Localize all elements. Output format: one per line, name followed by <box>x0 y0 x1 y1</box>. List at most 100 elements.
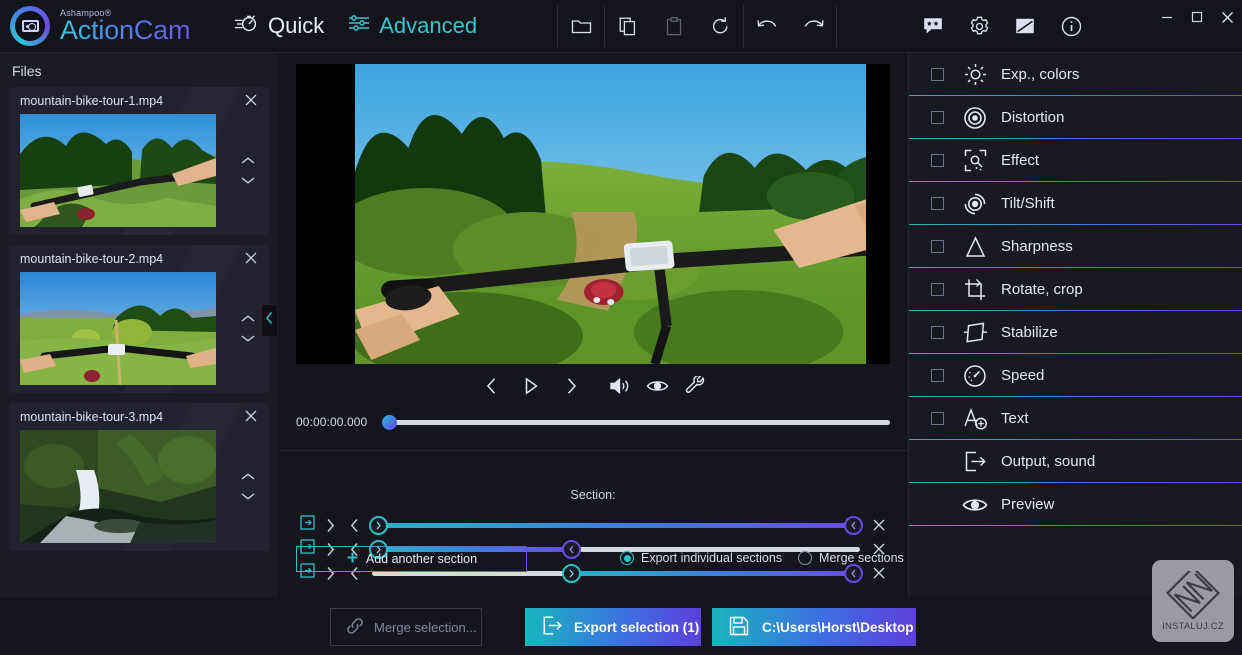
reset-button[interactable] <box>697 5 743 47</box>
close-button[interactable] <box>1212 0 1242 34</box>
section-start-handle[interactable] <box>562 564 581 583</box>
effect-row-speed[interactable]: Speed <box>909 354 1242 397</box>
merge-selection-button[interactable]: Merge selection... <box>330 608 482 646</box>
file-thumbnail[interactable] <box>20 430 216 543</box>
logo-ring-icon <box>10 6 50 46</box>
tab-quick[interactable]: Quick <box>222 0 336 52</box>
remove-file-button[interactable] <box>243 92 259 108</box>
seek-slider[interactable] <box>388 420 890 425</box>
minimize-button[interactable] <box>1152 0 1182 34</box>
next-frame-button[interactable] <box>559 376 583 400</box>
collapse-files-panel-button[interactable] <box>262 305 277 336</box>
minimize-icon <box>1160 10 1174 24</box>
open-folder-button[interactable] <box>558 5 604 47</box>
effect-checkbox[interactable] <box>931 369 944 382</box>
eye-icon <box>646 378 669 399</box>
redo-icon <box>802 18 825 35</box>
output-path-button[interactable]: C:\Users\Horst\Desktop <box>712 608 916 646</box>
section-range-slider[interactable] <box>372 523 860 528</box>
effect-checkbox[interactable] <box>931 283 944 296</box>
move-up-button[interactable] <box>239 471 257 483</box>
section-next-button[interactable] <box>318 518 342 533</box>
undo-button[interactable] <box>744 5 790 47</box>
move-down-button[interactable] <box>239 490 257 502</box>
copy-button[interactable] <box>605 5 651 47</box>
effect-row-rotate-crop[interactable]: Rotate, crop <box>909 268 1242 311</box>
section-end-handle[interactable] <box>562 540 581 559</box>
preview-eye-button[interactable] <box>645 376 669 400</box>
effect-checkbox-placeholder <box>931 455 944 468</box>
list-item[interactable]: mountain-bike-tour-2.mp4 <box>9 245 269 393</box>
radio-merge-sections-label: Merge sections <box>819 551 904 565</box>
delete-section-button[interactable] <box>868 566 890 580</box>
effect-checkbox[interactable] <box>931 326 944 339</box>
effect-checkbox[interactable] <box>931 68 944 81</box>
effect-checkbox[interactable] <box>931 197 944 210</box>
section-heading: Section: <box>278 488 908 502</box>
radio-export-individual[interactable] <box>620 551 634 565</box>
output-path-label: C:\Users\Horst\Desktop <box>762 620 914 635</box>
effect-row-distortion[interactable]: Distortion <box>909 96 1242 139</box>
move-down-button[interactable] <box>239 174 257 186</box>
effect-row-stabilize[interactable]: Stabilize <box>909 311 1242 354</box>
distortion-icon <box>955 106 995 130</box>
tiltshift-icon <box>955 192 995 216</box>
remove-file-button[interactable] <box>243 250 259 266</box>
video-frame <box>355 64 866 364</box>
list-item[interactable]: mountain-bike-tour-3.mp4 <box>9 403 269 551</box>
file-thumbnail[interactable] <box>20 114 216 227</box>
video-preview[interactable] <box>296 64 890 364</box>
volume-button[interactable] <box>607 376 631 400</box>
effect-row-exp-colors[interactable]: Exp., colors <box>909 53 1242 96</box>
files-panel-title: Files <box>0 53 278 87</box>
watermark-label: INSTALUJ.CZ <box>1162 621 1224 632</box>
chevron-left-icon <box>485 377 498 400</box>
divider <box>278 450 908 451</box>
section-end-handle[interactable] <box>844 564 863 583</box>
redo-button[interactable] <box>790 5 836 47</box>
move-down-button[interactable] <box>239 332 257 344</box>
play-icon <box>523 377 539 400</box>
move-up-button[interactable] <box>239 313 257 325</box>
tools-button[interactable] <box>683 376 707 400</box>
radio-merge-sections[interactable] <box>798 551 812 565</box>
section-end-handle[interactable] <box>844 516 863 535</box>
feedback-button[interactable] <box>910 5 956 47</box>
effect-label: Tilt/Shift <box>1001 195 1055 212</box>
delete-section-button[interactable] <box>868 518 890 532</box>
feedback-icon <box>923 17 943 35</box>
file-reorder-arrows <box>239 155 263 186</box>
section-prev-button[interactable] <box>342 518 366 533</box>
maximize-button[interactable] <box>1182 0 1212 34</box>
effect-checkbox[interactable] <box>931 240 944 253</box>
effect-row-text[interactable]: Text <box>909 397 1242 440</box>
effect-row-effect[interactable]: Effect <box>909 139 1242 182</box>
effect-row-output-sound[interactable]: Output, sound <box>909 440 1242 483</box>
file-thumbnail[interactable] <box>20 272 216 385</box>
file-reorder-arrows <box>239 313 263 344</box>
set-section-button[interactable] <box>296 515 318 535</box>
settings-button[interactable] <box>956 5 1002 47</box>
previous-frame-button[interactable] <box>479 376 503 400</box>
play-button[interactable] <box>517 376 545 400</box>
move-up-button[interactable] <box>239 155 257 167</box>
tab-quick-label: Quick <box>268 13 324 39</box>
effect-row-tilt-shift[interactable]: Tilt/Shift <box>909 182 1242 225</box>
seek-handle[interactable] <box>382 415 397 430</box>
effect-row-preview[interactable]: Preview <box>909 483 1242 526</box>
remove-file-button[interactable] <box>243 408 259 424</box>
effect-checkbox[interactable] <box>931 111 944 124</box>
crop-icon <box>955 278 995 302</box>
export-selection-button[interactable]: Export selection (1) <box>525 608 701 646</box>
list-item[interactable]: mountain-bike-tour-1.mp4 <box>9 87 269 235</box>
effect-checkbox[interactable] <box>931 154 944 167</box>
paste-button[interactable] <box>651 5 697 47</box>
tab-advanced[interactable]: Advanced <box>336 0 489 52</box>
effect-checkbox[interactable] <box>931 412 944 425</box>
levels-button[interactable] <box>1002 5 1048 47</box>
effect-row-sharpness[interactable]: Sharpness <box>909 225 1242 268</box>
add-text-icon <box>955 407 995 431</box>
section-start-handle[interactable] <box>369 516 388 535</box>
add-section-button[interactable]: Add another section <box>296 546 527 572</box>
info-button[interactable] <box>1048 5 1094 47</box>
